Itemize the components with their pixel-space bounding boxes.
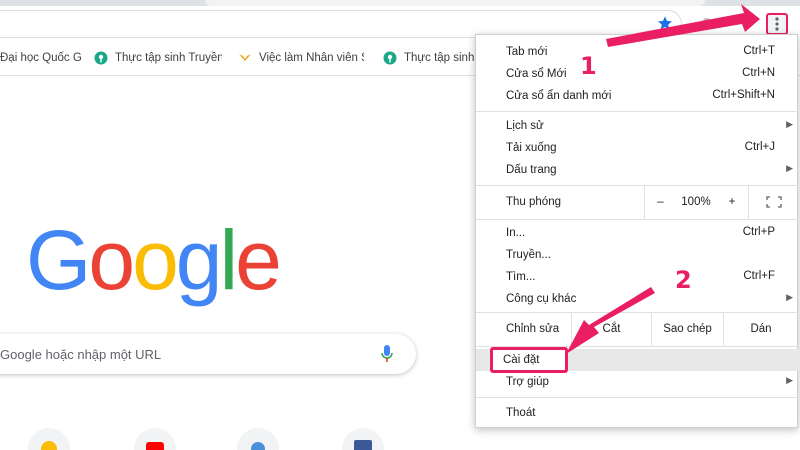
bookmark-item[interactable]: Thực tập sinh	[383, 49, 475, 67]
bookmark-item[interactable]: Đại học Quốc Gi	[0, 49, 82, 67]
zoom-in-button[interactable]: +	[716, 185, 748, 219]
google-search-box[interactable]: Google hoặc nhập một URL	[0, 334, 416, 374]
zoom-level: 100%	[681, 196, 711, 208]
extension-icon[interactable]	[700, 16, 714, 30]
microphone-icon[interactable]	[380, 344, 394, 364]
menu-item-incognito[interactable]: Cửa sổ ẩn danh mới Ctrl+Shift+N	[476, 85, 799, 107]
chrome-menu-button[interactable]	[766, 13, 788, 35]
settings-highlight[interactable]: Cài đặt	[490, 347, 568, 373]
menu-item-find[interactable]: Tìm... Ctrl+F	[476, 266, 799, 288]
menu-item-new-tab[interactable]: Tab mới Ctrl+T	[476, 41, 799, 63]
menu-item-new-window[interactable]: Cửa sổ Mới Ctrl+N	[476, 63, 799, 85]
copy-button[interactable]: Sao chép	[651, 312, 723, 346]
annotation-step-1: 1	[580, 52, 597, 80]
menu-separator	[476, 219, 799, 220]
submenu-arrow-icon: ▶	[786, 292, 793, 302]
search-placeholder: Google hoặc nhập một URL	[0, 347, 162, 362]
youtube-icon	[146, 442, 164, 450]
menu-zoom-row: Thu phóng – 100% +	[476, 185, 799, 219]
menu-item-more-tools[interactable]: Công cụ khác ▶	[476, 288, 799, 310]
network-icon	[251, 442, 265, 450]
menu-item-settings[interactable]: Cài đặt	[476, 347, 799, 373]
cut-button[interactable]: Cắt	[571, 312, 651, 346]
menu-item-history[interactable]: Lịch sử ▶	[476, 115, 799, 137]
bookmark-item[interactable]: Thực tập sinh Truyền	[94, 49, 222, 67]
menu-edit-row: Chỉnh sửa Cắt Sao chép Dán	[476, 312, 799, 346]
menu-item-exit[interactable]: Thoát	[476, 402, 799, 424]
menu-item-help[interactable]: Trợ giúp ▶	[476, 371, 799, 393]
menu-separator	[476, 397, 799, 398]
fullscreen-icon	[765, 196, 782, 208]
location-pin-icon	[383, 51, 397, 65]
annotation-step-2: 2	[675, 266, 692, 294]
bird-logo-icon	[239, 54, 251, 61]
menu-item-cast[interactable]: Truyền...	[476, 244, 799, 266]
more-vertical-icon	[775, 17, 779, 31]
menu-item-bookmarks[interactable]: Dấu trang ▶	[476, 159, 799, 181]
paste-button[interactable]: Dán	[723, 312, 798, 346]
zoom-out-button[interactable]: –	[644, 185, 676, 219]
bookmark-star-icon[interactable]	[657, 15, 673, 31]
submenu-arrow-icon: ▶	[786, 163, 793, 173]
submenu-arrow-icon: ▶	[786, 375, 793, 385]
location-pin-icon	[94, 51, 108, 65]
menu-item-print[interactable]: In... Ctrl+P	[476, 222, 799, 244]
google-logo: Google	[26, 213, 282, 307]
fullscreen-button[interactable]	[748, 185, 798, 219]
runner-icon	[41, 441, 57, 450]
submenu-arrow-icon: ▶	[786, 119, 793, 129]
chrome-menu: Tab mới Ctrl+T Cửa sổ Mới Ctrl+N Cửa sổ …	[475, 34, 799, 428]
facebook-icon	[354, 440, 372, 450]
bookmark-item[interactable]: Việc làm Nhân viên S	[238, 49, 364, 67]
menu-separator	[476, 111, 799, 112]
menu-item-downloads[interactable]: Tải xuống Ctrl+J	[476, 137, 799, 159]
